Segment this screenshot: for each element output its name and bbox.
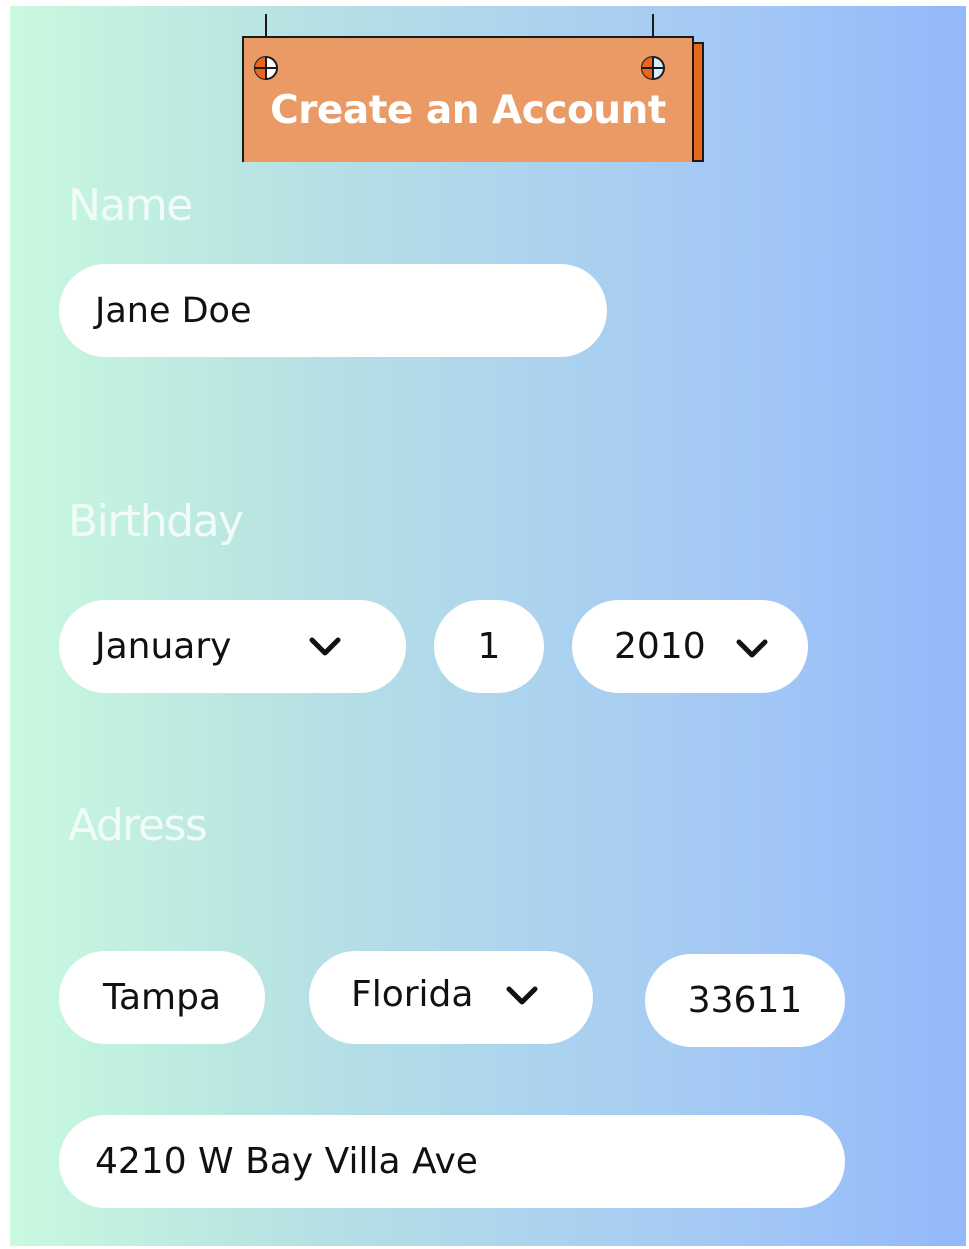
name-input-value: Jane Doe	[95, 290, 252, 331]
address-label: Adress	[68, 800, 208, 851]
state-value: Florida	[351, 974, 474, 1015]
pin-icon-right	[641, 56, 665, 80]
zip-input[interactable]: 33611	[645, 954, 845, 1047]
page-title: Create an Account	[270, 88, 666, 133]
pin-icon-left	[254, 56, 278, 80]
chevron-down-icon	[309, 637, 341, 656]
state-select[interactable]: Florida	[309, 951, 593, 1044]
zip-value: 33611	[687, 980, 803, 1021]
title-banner: Create an Account	[242, 36, 694, 162]
name-input[interactable]: Jane Doe	[59, 264, 607, 357]
birthday-label: Birthday	[68, 496, 244, 547]
birth-day-input[interactable]: 1	[434, 600, 544, 693]
city-value: Tampa	[102, 977, 222, 1018]
street-input[interactable]: 4210 W Bay Villa Ave	[59, 1115, 845, 1208]
chevron-down-icon	[736, 639, 768, 658]
birth-year-value: 2010	[614, 626, 706, 667]
birth-year-select[interactable]: 2010	[572, 600, 808, 693]
chevron-down-icon	[506, 986, 538, 1005]
create-account-form: Create an Account Name Jane Doe Birthday…	[10, 6, 966, 1246]
city-input[interactable]: Tampa	[59, 951, 265, 1044]
birth-month-value: January	[95, 626, 232, 667]
birth-month-select[interactable]: January	[59, 600, 406, 693]
street-value: 4210 W Bay Villa Ave	[95, 1141, 478, 1182]
name-label: Name	[68, 180, 193, 231]
birth-day-value: 1	[477, 626, 501, 667]
